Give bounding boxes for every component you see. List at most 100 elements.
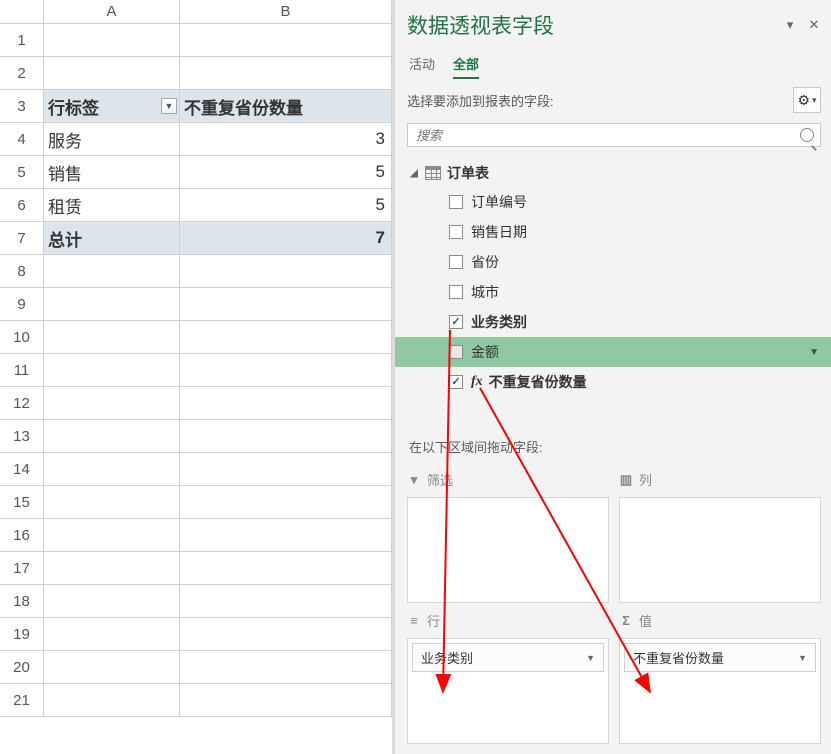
row-header-19[interactable]: 19 (0, 618, 44, 651)
collapse-icon[interactable]: ◢ (409, 168, 419, 179)
row-header-8[interactable]: 8 (0, 255, 44, 288)
cell-A16[interactable] (44, 519, 180, 552)
filter-label: 筛选 (427, 470, 453, 489)
field-item-1[interactable]: 销售日期 (407, 217, 821, 247)
cell-A18[interactable] (44, 585, 180, 618)
field-item-2[interactable]: 省份 (407, 247, 821, 277)
values-item[interactable]: 不重复省份数量 ▼ (624, 643, 816, 672)
row-header-17[interactable]: 17 (0, 552, 44, 585)
field-item-0[interactable]: 订单编号 (407, 187, 821, 217)
row-header-1[interactable]: 1 (0, 24, 44, 57)
cell-B10[interactable] (180, 321, 392, 354)
cell-B4[interactable]: 3 (180, 123, 392, 156)
cell-A14[interactable] (44, 453, 180, 486)
row-header-5[interactable]: 5 (0, 156, 44, 189)
field-search[interactable] (407, 123, 821, 147)
cell-B21[interactable] (180, 684, 392, 717)
cell-B13[interactable] (180, 420, 392, 453)
tab-active[interactable]: 活动 (409, 50, 435, 79)
layout-gear-button[interactable]: ⚙ ▾ (793, 87, 821, 113)
cell-B12[interactable] (180, 387, 392, 420)
table-node[interactable]: ◢ 订单表 (407, 159, 821, 187)
row-header-21[interactable]: 21 (0, 684, 44, 717)
field-checkbox[interactable] (449, 255, 463, 269)
cell-B19[interactable] (180, 618, 392, 651)
row-header-14[interactable]: 14 (0, 453, 44, 486)
cell-B16[interactable] (180, 519, 392, 552)
cell-A12[interactable] (44, 387, 180, 420)
field-item-6[interactable]: ✓fx不重复省份数量 (407, 367, 821, 397)
cell-A3[interactable]: 行标签▼ (44, 90, 180, 123)
row-header-9[interactable]: 9 (0, 288, 44, 321)
col-header-B[interactable]: B (180, 0, 392, 24)
values-dropzone[interactable]: 不重复省份数量 ▼ (619, 638, 821, 744)
cell-B6[interactable]: 5 (180, 189, 392, 222)
cell-B3[interactable]: 不重复省份数量 (180, 90, 392, 123)
columns-dropzone[interactable] (619, 497, 821, 603)
close-icon[interactable]: ✕ (807, 17, 821, 33)
cell-A7[interactable]: 总计 (44, 222, 180, 255)
cell-B2[interactable] (180, 57, 392, 90)
cell-B14[interactable] (180, 453, 392, 486)
field-checkbox[interactable] (449, 285, 463, 299)
cell-B9[interactable] (180, 288, 392, 321)
cell-B5[interactable]: 5 (180, 156, 392, 189)
field-label: 订单编号 (471, 192, 527, 212)
row-labels-filter-button[interactable]: ▼ (161, 98, 177, 114)
chevron-down-icon[interactable]: ▼ (809, 347, 819, 358)
field-checkbox[interactable] (449, 225, 463, 239)
row-header-2[interactable]: 2 (0, 57, 44, 90)
cell-B11[interactable] (180, 354, 392, 387)
cell-A9[interactable] (44, 288, 180, 321)
cell-A2[interactable] (44, 57, 180, 90)
cell-B20[interactable] (180, 651, 392, 684)
row-header-20[interactable]: 20 (0, 651, 44, 684)
row-header-6[interactable]: 6 (0, 189, 44, 222)
cell-A21[interactable] (44, 684, 180, 717)
row-header-18[interactable]: 18 (0, 585, 44, 618)
rows-item[interactable]: 业务类别 ▼ (412, 643, 604, 672)
cell-A20[interactable] (44, 651, 180, 684)
field-checkbox[interactable] (449, 345, 463, 359)
panel-menu-icon[interactable]: ▾ (783, 17, 797, 33)
row-header-7[interactable]: 7 (0, 222, 44, 255)
cell-A11[interactable] (44, 354, 180, 387)
cell-A4[interactable]: 服务 (44, 123, 180, 156)
row-header-4[interactable]: 4 (0, 123, 44, 156)
cell-B15[interactable] (180, 486, 392, 519)
row-header-12[interactable]: 12 (0, 387, 44, 420)
select-all-corner[interactable] (0, 0, 44, 24)
col-header-A[interactable]: A (44, 0, 180, 24)
cell-A8[interactable] (44, 255, 180, 288)
cell-A1[interactable] (44, 24, 180, 57)
cell-B17[interactable] (180, 552, 392, 585)
field-checkbox[interactable]: ✓ (449, 315, 463, 329)
filter-icon: ▾ (407, 472, 421, 488)
field-checkbox[interactable] (449, 195, 463, 209)
cell-B1[interactable] (180, 24, 392, 57)
row-header-13[interactable]: 13 (0, 420, 44, 453)
cell-B7[interactable]: 7 (180, 222, 392, 255)
row-header-11[interactable]: 11 (0, 354, 44, 387)
cell-A6[interactable]: 租赁 (44, 189, 180, 222)
cell-B18[interactable] (180, 585, 392, 618)
cell-A17[interactable] (44, 552, 180, 585)
field-item-4[interactable]: ✓业务类别 (407, 307, 821, 337)
cell-A19[interactable] (44, 618, 180, 651)
row-header-15[interactable]: 15 (0, 486, 44, 519)
row-header-10[interactable]: 10 (0, 321, 44, 354)
cell-A10[interactable] (44, 321, 180, 354)
cell-A15[interactable] (44, 486, 180, 519)
field-checkbox[interactable]: ✓ (449, 375, 463, 389)
cell-B8[interactable] (180, 255, 392, 288)
field-item-3[interactable]: 城市 (407, 277, 821, 307)
field-item-5[interactable]: 金额▼ (395, 337, 831, 367)
rows-dropzone[interactable]: 业务类别 ▼ (407, 638, 609, 744)
search-input[interactable] (414, 127, 800, 144)
row-header-16[interactable]: 16 (0, 519, 44, 552)
cell-A13[interactable] (44, 420, 180, 453)
row-header-3[interactable]: 3 (0, 90, 44, 123)
tab-all[interactable]: 全部 (453, 50, 479, 79)
filter-dropzone[interactable] (407, 497, 609, 603)
cell-A5[interactable]: 销售 (44, 156, 180, 189)
